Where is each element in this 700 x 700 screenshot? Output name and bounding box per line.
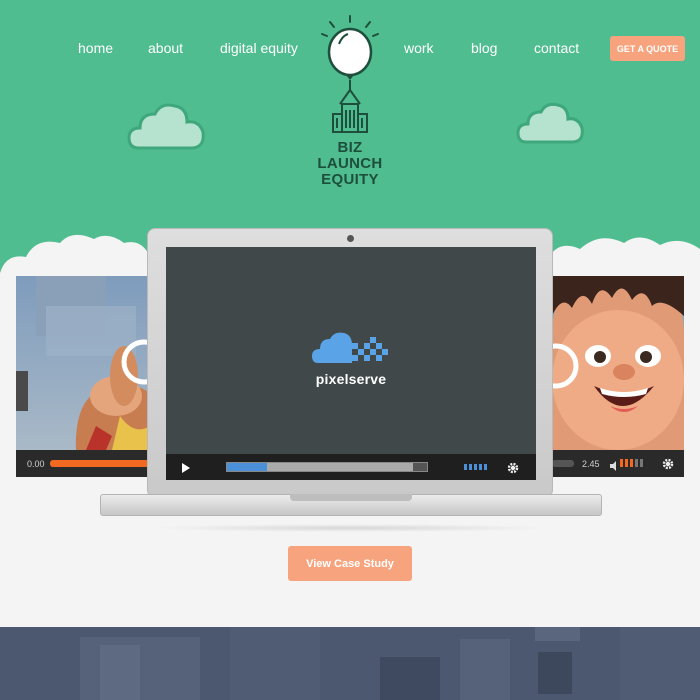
laptop-shadow xyxy=(150,524,552,532)
progress-bar xyxy=(227,463,267,471)
video-controls: 2.45 xyxy=(552,450,684,477)
cloud-icon xyxy=(127,100,207,152)
laptop-notch xyxy=(290,494,412,501)
nav-about[interactable]: about xyxy=(148,40,183,56)
video-thumbnail xyxy=(16,276,150,450)
video-player[interactable]: pixelserve xyxy=(166,247,536,480)
current-time: 0.00 xyxy=(27,459,45,469)
volume-level[interactable] xyxy=(620,459,643,467)
seek-bar[interactable] xyxy=(552,460,574,467)
get-a-quote-button[interactable]: GET A QUOTE xyxy=(610,36,685,61)
work-section-preview xyxy=(0,627,700,700)
video-controls: 0.00 xyxy=(16,450,150,477)
view-case-study-button[interactable]: View Case Study xyxy=(288,546,412,581)
current-time: 2.45 xyxy=(582,459,600,469)
logo-line-1: BIZ xyxy=(337,139,363,156)
laptop-mockup: pixelserve xyxy=(147,228,553,498)
nav-digital-equity[interactable]: digital equity xyxy=(220,40,298,56)
volume-level[interactable] xyxy=(464,464,487,470)
seek-bar[interactable] xyxy=(50,460,150,467)
gear-icon[interactable] xyxy=(507,461,519,479)
brand-name: pixelserve xyxy=(315,371,387,387)
cloud-icon xyxy=(516,100,586,146)
logo-wordmark[interactable]: BIZ LAUNCH EQUITY xyxy=(296,140,404,188)
nav-blog[interactable]: blog xyxy=(471,40,497,56)
nav-contact[interactable]: contact xyxy=(534,40,579,56)
seek-bar[interactable] xyxy=(226,462,428,472)
building-icon xyxy=(332,89,368,133)
left-video-player[interactable]: 0.00 xyxy=(16,276,150,477)
play-icon[interactable] xyxy=(181,461,191,479)
logo-line-2: LAUNCH xyxy=(317,155,383,172)
webcam xyxy=(347,235,354,242)
nav-work[interactable]: work xyxy=(404,40,434,56)
video-thumbnail xyxy=(552,276,684,450)
volume-icon[interactable] xyxy=(610,458,619,476)
balloon-icon xyxy=(327,27,373,90)
cloud-icon xyxy=(312,329,392,370)
nav-home[interactable]: home xyxy=(78,40,113,56)
logo-line-3: EQUITY xyxy=(321,171,379,188)
gear-icon[interactable] xyxy=(662,457,674,475)
right-video-player[interactable]: 2.45 xyxy=(552,276,684,477)
video-controls xyxy=(166,454,536,480)
